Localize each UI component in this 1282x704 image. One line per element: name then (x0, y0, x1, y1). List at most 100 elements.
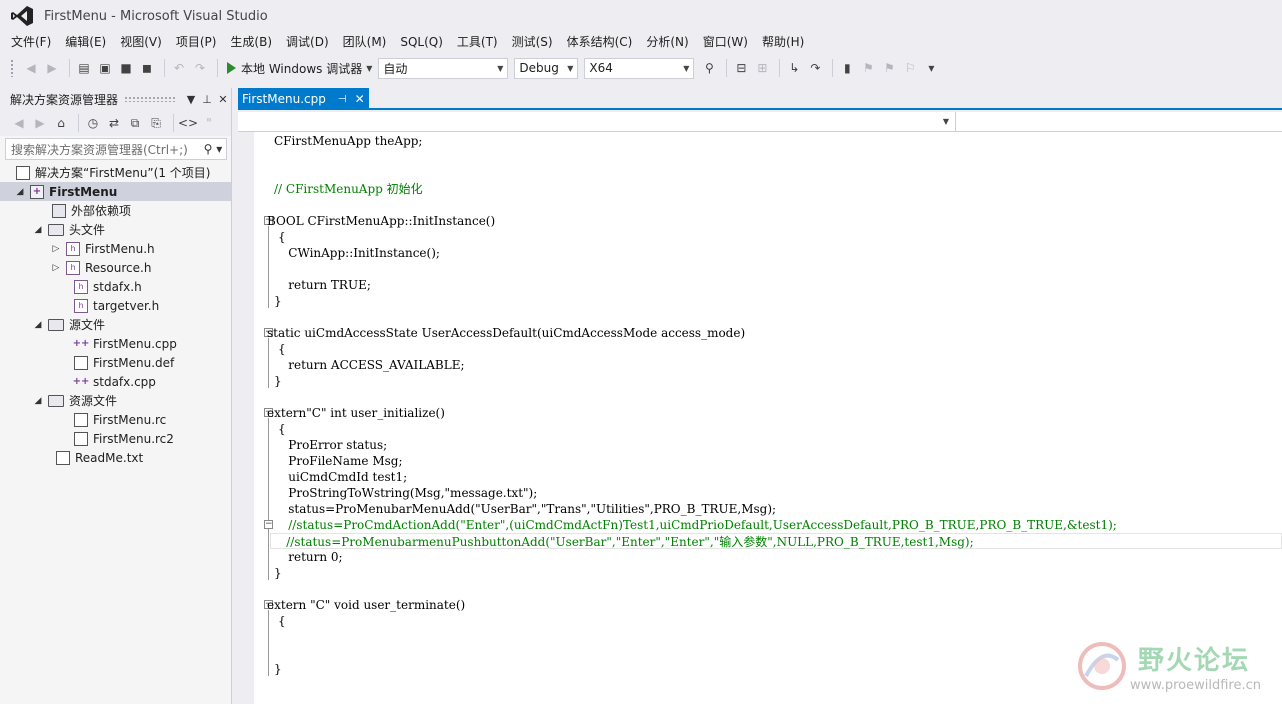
save-all-icon[interactable]: ◼ (138, 59, 156, 77)
collapse-icon[interactable]: − (264, 520, 273, 529)
tree-item-file[interactable]: ReadMe.txt (0, 448, 231, 467)
tree-item-label: stdafx.cpp (93, 374, 156, 389)
solution-explorer-search-input[interactable]: 搜索解决方案资源管理器(Ctrl+;) ⚲ ▾ (5, 138, 227, 160)
tree-item-header-files[interactable]: ◢ 头文件 (0, 220, 231, 239)
menu-analyze[interactable]: 分析(N) (639, 32, 695, 52)
menu-tools[interactable]: 工具(T) (450, 32, 505, 52)
navigate-back-icon[interactable]: ◀ (22, 59, 40, 77)
solution-platform-value: X64 (589, 61, 613, 75)
start-debugging-button[interactable]: 本地 Windows 调试器 ▼ (223, 58, 376, 78)
new-project-icon[interactable]: ▤ (75, 59, 93, 77)
tree-item-source-files[interactable]: ◢ 源文件 (0, 315, 231, 334)
tree-item-external-dependencies[interactable]: 外部依赖项 (0, 201, 231, 220)
toolbar-overflow-icon[interactable]: ▾ (922, 59, 940, 77)
tree-item-file[interactable]: FirstMenu.def (0, 353, 231, 372)
code-line: } (274, 566, 282, 580)
previous-bookmark-icon[interactable]: ⚑ (859, 59, 877, 77)
menu-view[interactable]: 视图(V) (113, 32, 169, 52)
redo-icon[interactable]: ↷ (191, 59, 209, 77)
clear-bookmarks-icon[interactable]: ⚐ (901, 59, 919, 77)
project-icon: + (30, 184, 44, 199)
solution-explorer-toolbar: ◀ ▶ ⌂ ◷ ⇄ ⧉ ⎘ <> " (0, 110, 231, 136)
header-file-icon: h (74, 279, 88, 294)
step-over-icon[interactable]: ↷ (806, 59, 824, 77)
find-in-files-icon[interactable]: ⚲ (700, 59, 718, 77)
tree-item-file[interactable]: ▷ h FirstMenu.h (0, 239, 231, 258)
expand-arrow-icon[interactable]: ▷ (50, 263, 62, 273)
menu-project[interactable]: 项目(P) (169, 32, 224, 52)
tree-item-resource-files[interactable]: ◢ 资源文件 (0, 391, 231, 410)
watermark-title: 野火论坛 (1138, 646, 1251, 676)
chevron-down-icon[interactable]: ▼ (366, 64, 372, 73)
menu-file[interactable]: 文件(F) (4, 32, 58, 52)
undo-icon[interactable]: ↶ (170, 59, 188, 77)
editor-navigation-bar: ▼ (238, 112, 1282, 132)
pending-changes-filter-icon[interactable]: ◷ (84, 114, 102, 132)
collapse-all-icon[interactable]: ⧉ (126, 114, 144, 132)
home-icon[interactable]: ⌂ (52, 114, 70, 132)
tree-item-file[interactable]: ▷ h Resource.h (0, 258, 231, 277)
menu-build[interactable]: 生成(B) (223, 32, 279, 52)
tree-item-project[interactable]: ◢ + FirstMenu (0, 182, 231, 201)
menu-debug[interactable]: 调试(D) (279, 32, 336, 52)
step-into-icon[interactable]: ↳ (785, 59, 803, 77)
search-icon[interactable]: ⚲ ▾ (200, 142, 226, 156)
forward-icon[interactable]: ▶ (31, 114, 49, 132)
tree-item-file[interactable]: ++ FirstMenu.cpp (0, 334, 231, 353)
toolbar-separator (69, 59, 70, 77)
expand-arrow-icon[interactable]: ▷ (50, 244, 62, 254)
tree-item-solution[interactable]: 解决方案“FirstMenu”(1 个项目) (0, 163, 231, 182)
code-line: ProFileName Msg; (273, 454, 403, 468)
tree-item-file[interactable]: FirstMenu.rc (0, 410, 231, 429)
pin-tab-icon[interactable]: ⊣ (338, 94, 347, 105)
close-tab-icon[interactable]: ✕ (355, 92, 365, 106)
scope-combo[interactable]: ▼ (238, 112, 956, 131)
menu-edit[interactable]: 编辑(E) (58, 32, 113, 52)
expand-arrow-icon[interactable]: ◢ (14, 187, 26, 197)
sync-with-active-document-icon[interactable]: ⇄ (105, 114, 123, 132)
menu-team[interactable]: 团队(M) (336, 32, 394, 52)
tree-item-file[interactable]: h targetver.h (0, 296, 231, 315)
close-icon[interactable]: ✕ (215, 93, 231, 106)
debugger-type-combo[interactable]: 自动 ▼ (378, 57, 509, 79)
expand-arrow-icon[interactable]: ◢ (32, 225, 44, 235)
code-line: //status=ProCmdActionAdd("Enter",(uiCmdC… (273, 518, 1117, 532)
menu-help[interactable]: 帮助(H) (755, 32, 811, 52)
back-icon[interactable]: ◀ (10, 114, 28, 132)
view-code-icon[interactable]: <> (178, 114, 198, 132)
navigate-forward-icon[interactable]: ▶ (43, 59, 61, 77)
panel-drag-handle[interactable] (124, 96, 177, 102)
expand-arrow-icon[interactable]: ◢ (32, 396, 44, 406)
folder-icon (48, 318, 64, 331)
next-bookmark-icon[interactable]: ⚑ (880, 59, 898, 77)
member-combo[interactable] (956, 112, 1282, 131)
code-line: extern"C" int user_initialize() (267, 406, 445, 420)
menu-sql[interactable]: SQL(Q) (393, 32, 450, 52)
expand-arrow-icon[interactable]: ◢ (32, 320, 44, 330)
menu-architecture[interactable]: 体系结构(C) (560, 32, 640, 52)
tree-item-file[interactable]: h stdafx.h (0, 277, 231, 296)
bookmark-icon[interactable]: ▮ (838, 59, 856, 77)
solution-platform-combo[interactable]: X64 ▼ (584, 57, 695, 79)
toolbar-grip[interactable] (10, 59, 14, 77)
uncomment-icon[interactable]: ⊞ (753, 59, 771, 77)
solution-configuration-value: Debug (519, 61, 559, 75)
menu-window[interactable]: 窗口(W) (696, 32, 755, 52)
tree-item-file[interactable]: FirstMenu.rc2 (0, 429, 231, 448)
pin-icon[interactable]: ⊥ (199, 93, 215, 106)
open-file-icon[interactable]: ▣ (96, 59, 114, 77)
header-file-icon: h (66, 241, 80, 256)
tree-item-label: 解决方案“FirstMenu”(1 个项目) (35, 166, 211, 180)
show-all-files-icon[interactable]: ⎘ (147, 114, 165, 132)
tree-item-label: FirstMenu.cpp (93, 336, 177, 351)
solution-configuration-combo[interactable]: Debug ▼ (514, 57, 579, 79)
menu-test[interactable]: 测试(S) (505, 32, 560, 52)
code-editor[interactable]: − − − − − CFirstMenuApp theApp; // CFirs… (238, 132, 1282, 704)
window-position-dropdown-icon[interactable]: ▼ (183, 93, 199, 106)
comment-out-icon[interactable]: ⊟ (732, 59, 750, 77)
tab-firstmenu-cpp[interactable]: FirstMenu.cpp ⊣ ✕ (238, 88, 369, 110)
toolbar-overflow-icon[interactable]: " (200, 114, 218, 132)
tree-item-file[interactable]: ++ stdafx.cpp (0, 372, 231, 391)
save-icon[interactable]: ■ (117, 59, 135, 77)
menu-bar: 文件(F) 编辑(E) 视图(V) 项目(P) 生成(B) 调试(D) 团队(M… (0, 32, 1282, 52)
